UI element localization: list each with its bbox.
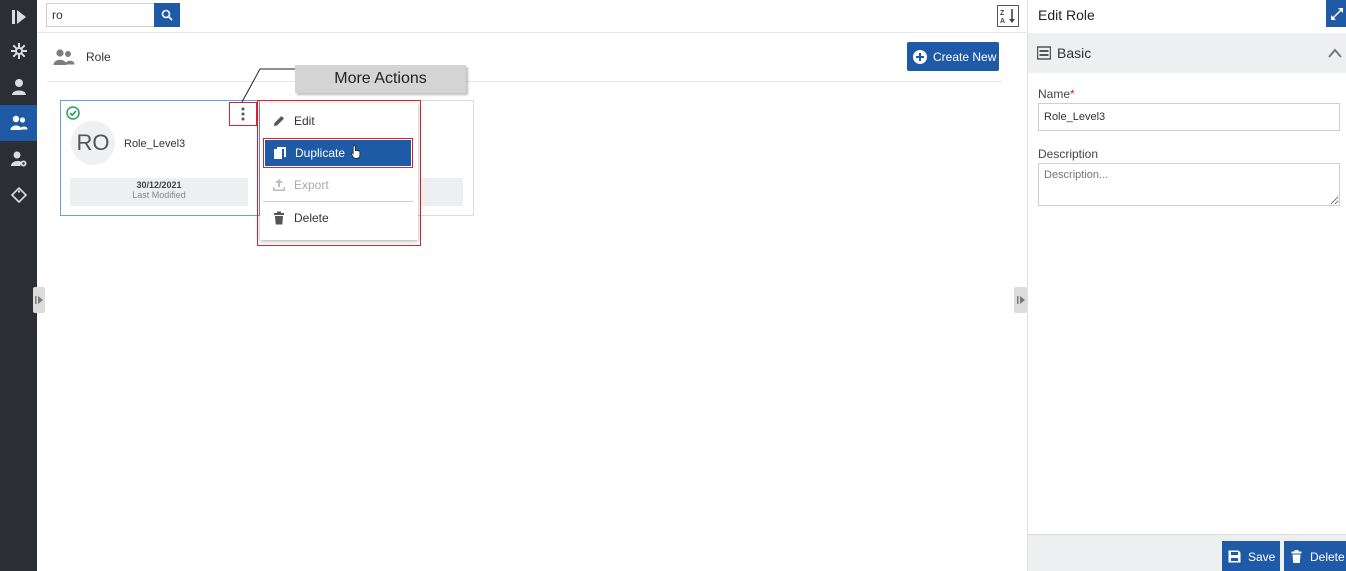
chevron-up-icon[interactable]: [1328, 47, 1342, 58]
tag-icon: [10, 186, 27, 204]
edit-role-panel: Edit Role Basic Name* Description Save D…: [1027, 0, 1346, 571]
svg-text:A: A: [1000, 18, 1005, 25]
last-modified-date: 30/12/2021: [136, 180, 182, 190]
pencil-icon: [274, 116, 284, 126]
menu-item-label: Delete: [294, 211, 329, 225]
section-basic-header[interactable]: Basic: [1028, 33, 1346, 73]
play-bar-icon: [1016, 296, 1025, 304]
last-modified-label: Last Modified: [132, 190, 186, 200]
more-actions-menu: Edit Duplicate Export Delete: [260, 103, 418, 240]
card-footer: 30/12/2021 Last Modified: [70, 178, 248, 206]
more-actions-button[interactable]: [229, 102, 257, 126]
trash-icon: [1291, 550, 1302, 563]
menu-divider: [263, 201, 413, 202]
nav-toggle-button[interactable]: [0, 0, 37, 33]
search-icon: [161, 9, 173, 21]
more-actions-callout: More Actions: [295, 65, 466, 93]
menu-item-label: Duplicate: [295, 146, 346, 160]
copy-icon: [274, 147, 286, 159]
save-icon: [1228, 550, 1241, 563]
create-new-button[interactable]: Create New: [907, 42, 999, 71]
menu-item-label: Export: [294, 178, 329, 192]
play-bar-icon: [35, 296, 43, 304]
hand-pointer-icon: [351, 145, 361, 159]
section-title: Basic: [1057, 45, 1092, 61]
page-title: Role: [86, 50, 111, 64]
expand-icon: [1330, 7, 1343, 20]
list-header: Role Create New: [47, 40, 1002, 82]
kebab-icon: [241, 107, 245, 121]
users-icon: [53, 48, 75, 66]
gear-icon: [10, 43, 27, 59]
form-icon: [1036, 46, 1052, 60]
search-button[interactable]: [154, 3, 180, 27]
panel-title: Edit Role: [1038, 7, 1095, 23]
sort-alpha-icon: Z A: [1000, 9, 1015, 25]
description-field[interactable]: [1038, 163, 1340, 206]
card-footer: [420, 178, 463, 206]
top-bar: Z A: [37, 0, 1027, 33]
nav-item-tags[interactable]: [0, 177, 37, 213]
check-circle-icon: [66, 106, 80, 120]
name-field[interactable]: [1038, 103, 1340, 131]
menu-item-edit[interactable]: Edit: [263, 106, 413, 136]
nav-item-settings[interactable]: [0, 33, 37, 69]
sort-az-button[interactable]: Z A: [997, 5, 1019, 27]
collapse-left-handle[interactable]: [33, 287, 45, 313]
play-bar-icon: [11, 9, 26, 24]
nav-item-user[interactable]: [0, 69, 37, 105]
delete-button[interactable]: Delete: [1284, 541, 1346, 571]
collapse-right-handle[interactable]: [1014, 287, 1027, 313]
role-card[interactable]: RO Role_Level3 30/12/2021 Last Modified: [60, 100, 260, 216]
menu-item-export[interactable]: Export: [263, 170, 413, 200]
search-input[interactable]: [46, 3, 154, 27]
name-field-label: Name*: [1038, 87, 1075, 101]
expand-panel-button[interactable]: [1326, 0, 1346, 27]
user-icon: [11, 79, 26, 95]
delete-label: Delete: [1310, 549, 1345, 564]
save-button[interactable]: Save: [1222, 541, 1280, 571]
menu-item-label: Edit: [294, 114, 315, 128]
description-field-label: Description: [1038, 147, 1099, 161]
required-mark: *: [1070, 87, 1075, 101]
trash-icon: [274, 211, 284, 225]
callout-pointer: [241, 68, 295, 103]
panel-footer: Save Delete: [1028, 534, 1346, 571]
menu-item-duplicate[interactable]: Duplicate: [263, 138, 413, 168]
save-label: Save: [1248, 549, 1276, 564]
svg-text:Z: Z: [1000, 10, 1005, 17]
users-icon: [10, 115, 27, 130]
role-name: Role_Level3: [124, 138, 186, 150]
nav-item-user-settings[interactable]: [0, 141, 37, 177]
avatar: RO: [71, 121, 115, 165]
menu-item-delete[interactable]: Delete: [263, 203, 413, 233]
create-new-label: Create New: [933, 49, 997, 64]
plus-circle-icon: [913, 49, 927, 64]
nav-item-roles[interactable]: [0, 105, 37, 141]
upload-icon: [273, 179, 285, 191]
user-cog-icon: [10, 151, 26, 167]
left-nav: [0, 0, 37, 571]
